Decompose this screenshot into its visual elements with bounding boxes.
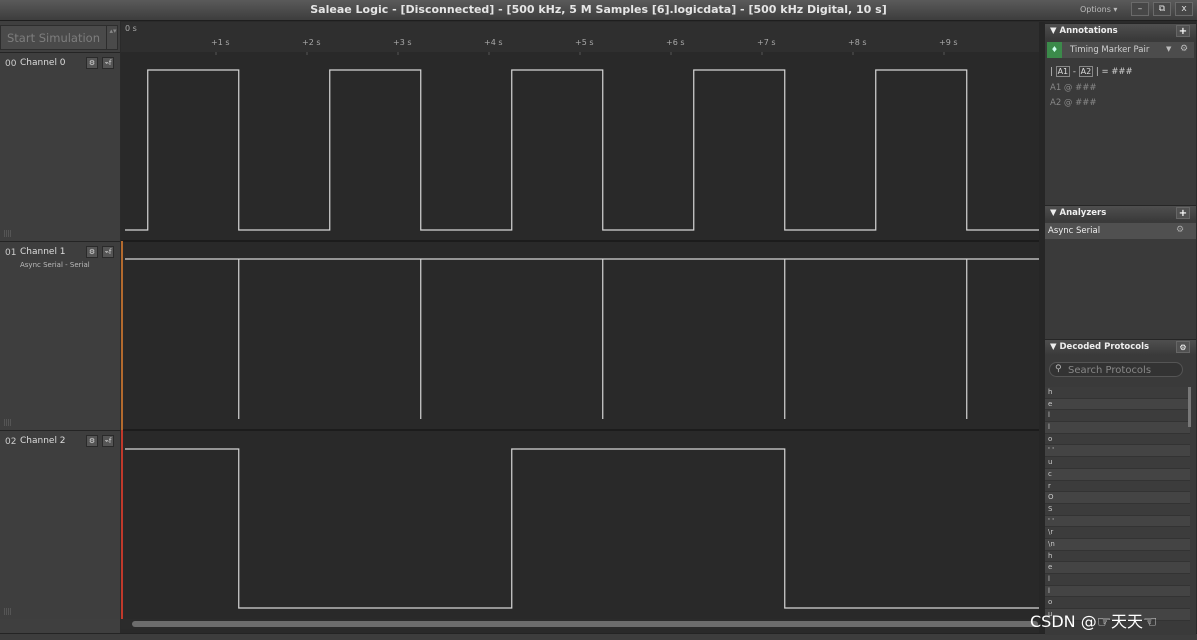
ruler-tick-label: +8 s [848,38,867,47]
options-menu[interactable]: Options ▾ [1080,5,1117,14]
decoded-row[interactable]: c [1045,468,1190,481]
resize-grip-icon[interactable] [4,230,11,237]
decoded-row[interactable]: ' ' [1045,515,1190,528]
timing-marker-row[interactable]: ♦ Timing Marker Pair ▼ ⚙ [1047,42,1194,58]
annotation-a2-line: A2 @ ### [1050,98,1097,108]
channel-settings-gear-icon[interactable]: ⚙ [86,246,98,258]
decoded-gear-icon[interactable]: ⚙ [1176,341,1190,353]
decoded-protocols-header[interactable]: ▼ Decoded Protocols ⚙ [1045,339,1196,355]
analyzer-name: Async Serial [1048,226,1101,236]
channel-settings-gear-icon[interactable]: ⚙ [86,57,98,69]
decoded-row[interactable]: e [1045,398,1190,411]
analyzer-gear-icon[interactable]: ⚙ [1176,225,1184,235]
decoded-row[interactable]: \n [1045,538,1190,551]
resize-grip-icon[interactable] [4,419,11,426]
close-button[interactable]: x [1175,2,1193,16]
decoded-scrollbar[interactable] [1188,387,1191,427]
decoded-row[interactable]: h [1045,550,1190,563]
annotations-title: ▼ Annotations [1050,26,1118,36]
timing-marker-label: Timing Marker Pair [1070,45,1150,55]
decoded-row[interactable]: o [1045,433,1190,446]
decoded-protocols-title: ▼ Decoded Protocols [1050,342,1150,352]
minimize-button[interactable]: – [1131,2,1149,16]
start-simulation-label: Start Simulation [7,31,101,45]
decoded-row[interactable]: l [1045,410,1190,423]
ruler-tick-label: +9 s [939,38,958,47]
title-bar: Saleae Logic - [Disconnected] - [500 kHz… [0,0,1197,21]
chevron-down-icon[interactable]: ▼ [1166,45,1171,53]
ruler-tick-label: +7 s [757,38,776,47]
marker-gear-icon[interactable]: ⚙ [1180,44,1188,54]
analyzers-header[interactable]: ▼ Analyzers + [1045,205,1196,221]
ruler-tick-label: +1 s [211,38,230,47]
decoded-row[interactable]: l [1045,585,1190,598]
watermark: CSDN @☞天天☜ [1030,612,1158,631]
channel-number: 02 [5,437,17,447]
annotation-delta-line: | A1 - A2 | = ### [1050,66,1133,77]
search-icon: ⚲ [1055,364,1062,374]
channel-header-1[interactable]: 01 Channel 1 Async Serial - Serial ⚙ ⌁f [0,241,120,430]
channel-analyzer-label: Async Serial - Serial [20,261,90,269]
waveform-area[interactable] [121,52,1039,619]
channel-name: Channel 1 [20,247,66,257]
decoded-row[interactable]: h [1045,387,1190,399]
simulation-spinner[interactable]: ▴▾ [106,26,119,49]
decoded-row[interactable]: u [1045,457,1190,469]
decoded-list[interactable]: h e l l o ' ' u c r O S ' ' \r \n h e l l o u [1045,387,1190,621]
decoded-row[interactable]: O [1045,492,1190,504]
channel-name: Channel 2 [20,436,66,446]
ruler-tick-label: +2 s [302,38,321,47]
add-analyzer-button[interactable]: + [1176,207,1190,219]
marker-a1-box[interactable]: A1 [1055,66,1071,77]
channel-trigger-icon[interactable]: ⌁f [102,57,114,69]
decoded-row[interactable]: S [1045,503,1190,516]
ruler-tick-label: +6 s [666,38,685,47]
channel-number: 01 [5,248,17,258]
ruler-tick-label: +4 s [484,38,503,47]
resize-grip-icon[interactable] [4,608,11,615]
channel-name: Channel 0 [20,58,66,68]
start-simulation-button[interactable]: Start Simulation ▴▾ [0,25,118,50]
marker-flag-icon: ♦ [1047,42,1062,58]
time-ruler[interactable]: 0 s +1 s +2 s +3 s +4 s +5 s +6 s +7 s +… [121,22,1039,53]
scrollbar-thumb[interactable] [132,621,1038,627]
marker-a2-box[interactable]: A2 [1078,66,1094,77]
ruler-origin-label: 0 s [125,24,137,33]
channel-trigger-icon[interactable]: ⌁f [102,246,114,258]
window-title: Saleae Logic - [Disconnected] - [500 kHz… [310,3,887,16]
decoded-row[interactable]: \r [1045,527,1190,539]
horizontal-scrollbar[interactable] [121,619,1039,629]
channel-settings-gear-icon[interactable]: ⚙ [86,435,98,447]
ruler-tick-label: +5 s [575,38,594,47]
analyzers-title: ▼ Analyzers [1050,208,1107,218]
annotations-header[interactable]: ▼ Annotations + [1045,23,1196,39]
decoded-row[interactable]: l [1045,574,1190,586]
add-annotation-button[interactable]: + [1176,25,1190,37]
analyzer-item[interactable]: Async Serial ⚙ [1045,223,1196,239]
decoded-row[interactable]: e [1045,562,1190,574]
channel-header-0[interactable]: 00 Channel 0 ⚙ ⌁f [0,52,120,241]
channel-header-2[interactable]: 02 Channel 2 ⚙ ⌁f [0,430,120,619]
annotation-a1-line: A1 @ ### [1050,83,1097,93]
decoded-row[interactable]: r [1045,480,1190,493]
search-protocols-input[interactable]: ⚲ Search Protocols [1049,362,1183,377]
search-placeholder: Search Protocols [1068,365,1152,376]
channel-number: 00 [5,59,17,69]
channel-trigger-icon[interactable]: ⌁f [102,435,114,447]
restore-button[interactable]: ⧉ [1153,2,1171,16]
decoded-row[interactable]: ' ' [1045,445,1190,458]
decoded-row[interactable]: l [1045,422,1190,434]
ruler-tick-label: +3 s [393,38,412,47]
waveform-background[interactable] [121,52,1039,619]
